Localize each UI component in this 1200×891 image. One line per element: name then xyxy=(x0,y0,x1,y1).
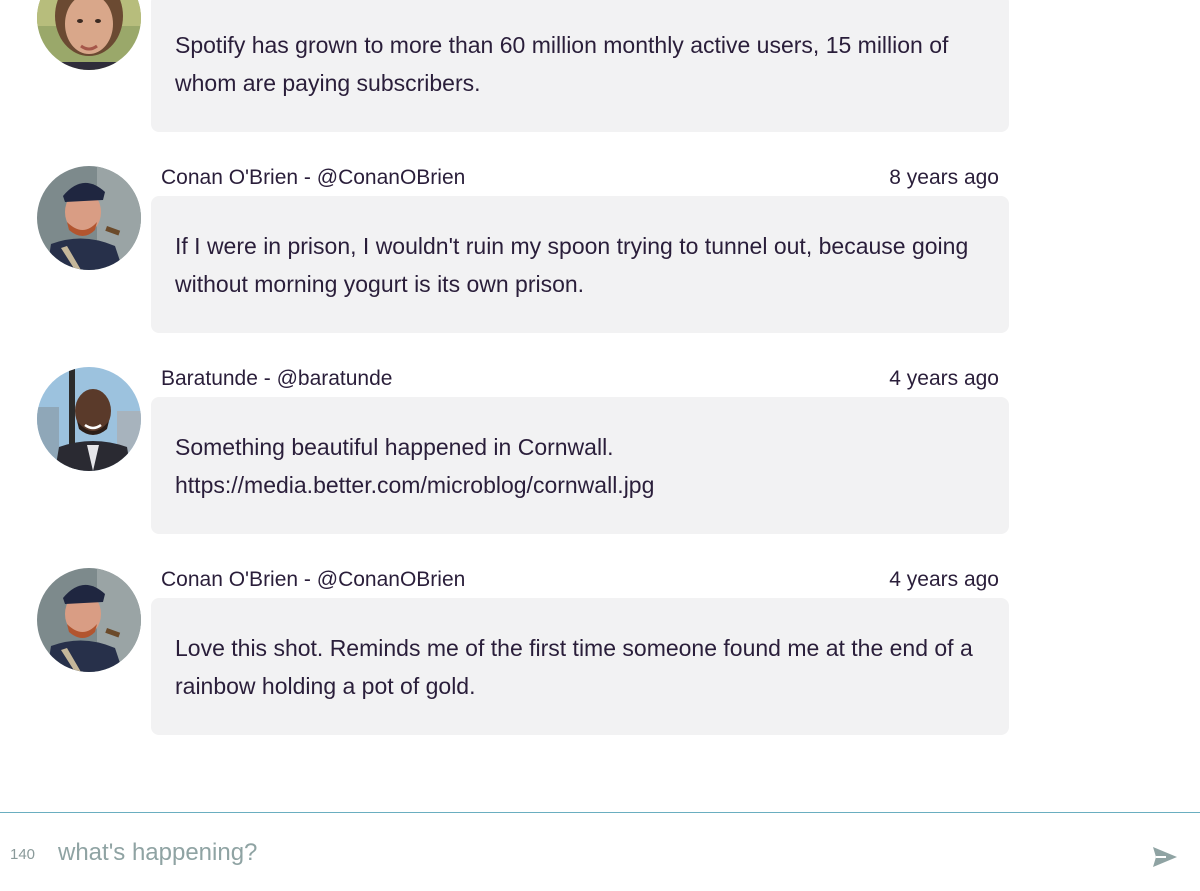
avatar[interactable] xyxy=(37,0,141,70)
message-bubble: Something beautiful happened in Cornwall… xyxy=(151,397,1009,534)
author-name[interactable]: Baratunde - @baratunde xyxy=(161,367,392,391)
timestamp: 8 years ago xyxy=(889,166,999,189)
author-name[interactable]: Conan O'Brien - @ConanOBrien xyxy=(161,568,465,592)
post-meta: Conan O'Brien - @ConanOBrien 4 years ago xyxy=(161,568,999,592)
composer-bar: 140 xyxy=(0,812,1200,891)
post-meta: Baratunde - @baratunde 4 years ago xyxy=(161,367,999,391)
avatar[interactable] xyxy=(37,568,141,672)
message-bubble: Spotify has grown to more than 60 millio… xyxy=(151,0,1009,132)
author-name[interactable]: Conan O'Brien - @ConanOBrien xyxy=(161,166,465,190)
avatar[interactable] xyxy=(37,166,141,270)
message-text: Spotify has grown to more than 60 millio… xyxy=(175,32,949,96)
message-text: Something beautiful happened in Cornwall… xyxy=(175,434,655,498)
message-bubble: If I were in prison, I wouldn't ruin my … xyxy=(151,196,1009,333)
send-icon xyxy=(1153,847,1177,867)
avatar[interactable] xyxy=(37,367,141,471)
message-bubble: Love this shot. Reminds me of the first … xyxy=(151,598,1009,735)
timestamp: 4 years ago xyxy=(889,568,999,591)
character-counter: 140 xyxy=(10,846,36,863)
compose-input[interactable] xyxy=(58,835,1118,871)
timestamp: 4 years ago xyxy=(889,367,999,390)
message-text: Love this shot. Reminds me of the first … xyxy=(175,635,973,699)
message-text: If I were in prison, I wouldn't ruin my … xyxy=(175,233,969,297)
post-meta: Conan O'Brien - @ConanOBrien 8 years ago xyxy=(161,166,999,190)
message-feed[interactable]: Spotify has grown to more than 60 millio… xyxy=(0,0,1200,812)
send-button[interactable] xyxy=(1150,843,1180,871)
